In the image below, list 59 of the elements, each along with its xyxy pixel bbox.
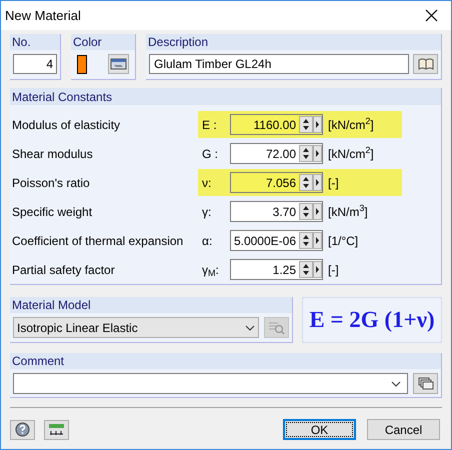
- property-label: Poisson's ratio: [12, 174, 91, 192]
- color-swatch[interactable]: [77, 54, 87, 74]
- property-label: Coefficient of thermal expansion: [12, 232, 184, 250]
- color-label: Color: [73, 34, 102, 51]
- section-title: Material Constants: [12, 88, 112, 106]
- help-icon: [15, 422, 30, 437]
- dropdown-value: Isotropic Linear Elastic: [17, 320, 138, 336]
- comment-label: Comment: [12, 353, 64, 370]
- decimals-button[interactable]: [44, 420, 69, 440]
- comment-library-button[interactable]: [413, 373, 438, 394]
- formula-text: E = 2G (1+ν): [309, 306, 435, 334]
- magnifier-icon: [268, 320, 285, 334]
- numeric-spinner[interactable]: 72.00: [230, 143, 323, 164]
- spin-arrows-icon: [299, 174, 313, 191]
- chevron-icon: [391, 380, 401, 386]
- comment-field[interactable]: [13, 373, 408, 394]
- symbol-label: γ:: [202, 204, 212, 220]
- color-picker-button[interactable]: [108, 54, 129, 74]
- unit-label: [kN/cm$^{2}$]: [328, 144, 375, 162]
- numeric-spinner[interactable]: 7.056: [230, 172, 323, 193]
- unit-label: [1/°C]: [328, 232, 360, 250]
- numeric-spinner[interactable]: 5.0000E-06: [230, 230, 323, 251]
- symbol-label: γ$_{M}$:: [202, 262, 220, 278]
- symbol-label: ν:: [202, 174, 212, 192]
- numeric-spinner[interactable]: 1160.00: [230, 114, 323, 135]
- number-field[interactable]: 4: [13, 54, 57, 74]
- close-icon: [424, 9, 438, 22]
- dialog-button[interactable]: Cancel: [367, 419, 440, 440]
- unit-label: [-]: [328, 174, 340, 192]
- unit-label: [-]: [328, 262, 340, 278]
- property-label: Partial safety factor: [12, 262, 116, 278]
- number-label: No.: [12, 34, 31, 51]
- library-button[interactable]: [413, 54, 438, 74]
- window-title: New Material: [5, 6, 81, 25]
- property-label: Modulus of elasticity: [12, 116, 122, 134]
- unit-label: [kN/cm$^{2}$]: [328, 116, 375, 134]
- dialog-button[interactable]: OK: [283, 419, 356, 440]
- property-label: Specific weight: [12, 204, 94, 220]
- description-label: Description: [148, 34, 208, 51]
- property-label: Shear modulus: [12, 146, 94, 162]
- spin-arrows-icon: [299, 203, 313, 220]
- chevron-icon: [245, 324, 255, 330]
- symbol-label: E :: [202, 116, 218, 134]
- spin-arrows-icon: [299, 232, 313, 249]
- spin-arrows-icon: [299, 116, 313, 133]
- book-icon: [418, 58, 434, 70]
- numeric-spinner[interactable]: 1.25: [230, 259, 323, 280]
- description-field[interactable]: Glulam Timber GL24h: [149, 54, 409, 74]
- symbol-label: G :: [202, 146, 220, 162]
- ruler-icon: [48, 422, 65, 436]
- material-model-label: Material Model: [12, 297, 91, 314]
- spin-arrows-icon: [299, 261, 313, 278]
- symbol-label: α:: [202, 232, 214, 250]
- material-model-dropdown[interactable]: Isotropic Linear Elastic: [13, 317, 259, 338]
- windows-icon: [418, 377, 434, 390]
- help-button[interactable]: [10, 420, 35, 440]
- spin-arrows-icon: [299, 145, 313, 162]
- numeric-spinner[interactable]: 3.70: [230, 201, 323, 222]
- unit-label: [kN/m$^{3}$]: [328, 202, 369, 220]
